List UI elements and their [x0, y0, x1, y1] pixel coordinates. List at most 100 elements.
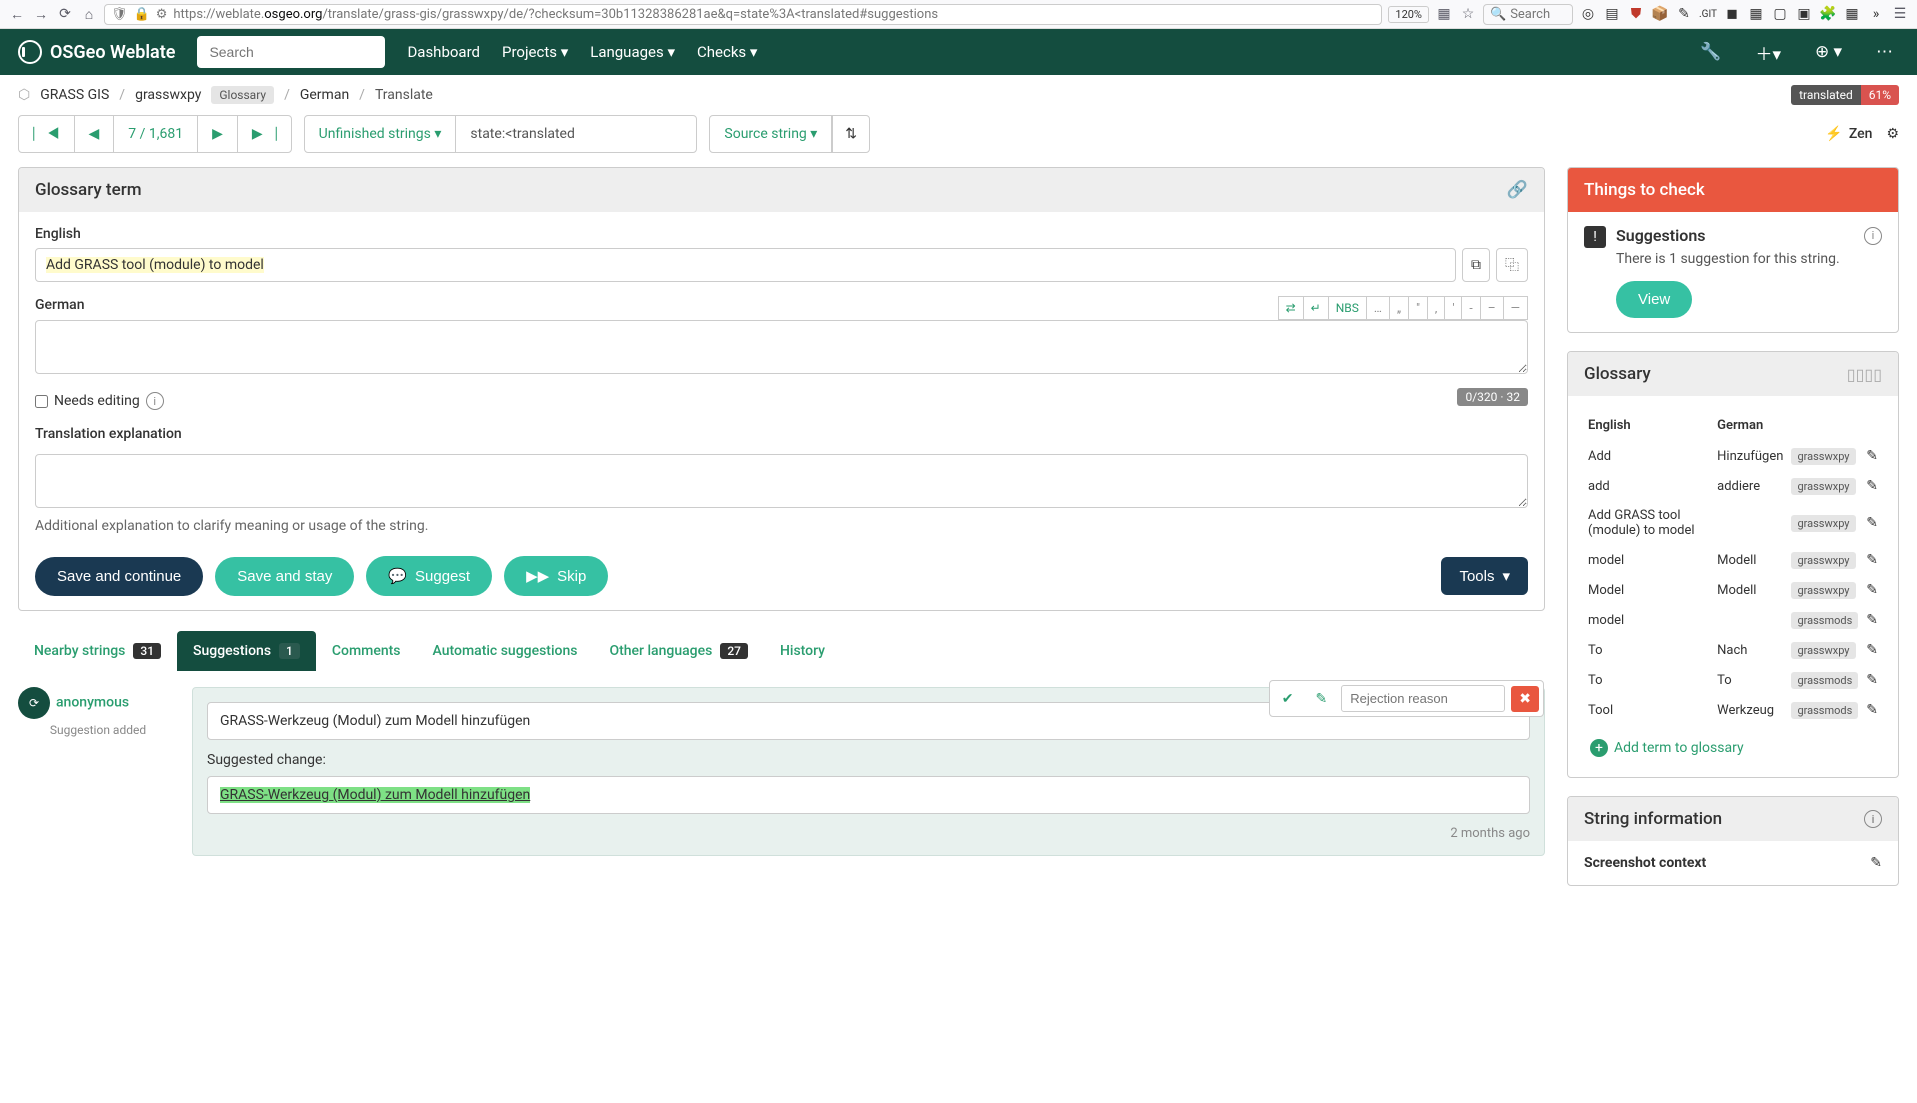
- zoom-badge[interactable]: 120%: [1388, 6, 1429, 23]
- needs-editing-checkbox[interactable]: [35, 395, 48, 408]
- tab-nearby[interactable]: Nearby strings31: [18, 631, 177, 671]
- add-term-button[interactable]: + Add term to glossary: [1584, 733, 1882, 763]
- brand[interactable]: OSGeo Weblate: [18, 40, 175, 64]
- extensions-icon[interactable]: 🧩: [1819, 5, 1837, 23]
- ublock-icon[interactable]: ⛊: [1627, 5, 1645, 23]
- breadcrumb: ⬡ GRASS GIS / grasswxpy Glossary / Germa…: [18, 86, 433, 104]
- nav-checks[interactable]: Checks ▾: [697, 43, 757, 61]
- string-info-icon[interactable]: i: [1864, 810, 1882, 828]
- crumb-language[interactable]: German: [300, 87, 349, 103]
- save-continue-button[interactable]: Save and continue: [35, 557, 203, 596]
- info-icon[interactable]: i: [146, 392, 164, 410]
- browser-search[interactable]: 🔍 Search: [1483, 4, 1573, 25]
- ellipsis-button[interactable]: …: [1366, 296, 1390, 320]
- low-quote-button[interactable]: „: [1389, 296, 1409, 320]
- newline-icon[interactable]: ↵: [1303, 296, 1329, 320]
- home-icon[interactable]: ⌂: [80, 5, 98, 23]
- needs-editing-label: Needs editing: [54, 393, 140, 409]
- glossary-header-icons[interactable]: ▯▯▯▯: [1847, 365, 1882, 384]
- url-bar[interactable]: 🛡 🔒 ⚙ https://weblate.osgeo.org/translat…: [104, 4, 1382, 25]
- accept-icon[interactable]: ✔: [1274, 687, 1302, 711]
- nbs-button[interactable]: NBS: [1328, 296, 1367, 320]
- glossary-edit-icon[interactable]: ✎: [1866, 582, 1878, 598]
- ext-icon-8[interactable]: ▦: [1747, 5, 1765, 23]
- tools-button[interactable]: Tools ▾: [1441, 557, 1528, 595]
- filter-mode-dropdown[interactable]: Unfinished strings ▾: [305, 116, 457, 152]
- clone-icon[interactable]: ⿻: [1496, 248, 1528, 282]
- explanation-input[interactable]: [35, 454, 1528, 508]
- ext-icon-4[interactable]: 📦: [1651, 5, 1669, 23]
- forward-icon[interactable]: →: [32, 5, 50, 23]
- permalink-icon[interactable]: 🔗: [1507, 180, 1528, 200]
- ext-icon-2[interactable]: ▤: [1603, 5, 1621, 23]
- back-icon[interactable]: ←: [8, 5, 26, 23]
- ext-icon-12[interactable]: ▦: [1843, 5, 1861, 23]
- reload-icon[interactable]: ⟳: [56, 5, 74, 23]
- skip-button[interactable]: ▶▶Skip: [504, 556, 608, 596]
- source-dropdown[interactable]: Source string ▾: [710, 116, 832, 152]
- ext-icon-10[interactable]: ▣: [1795, 5, 1813, 23]
- first-button[interactable]: ⎸◀: [19, 116, 75, 152]
- translation-input[interactable]: [35, 320, 1528, 374]
- rejection-input[interactable]: [1341, 685, 1505, 712]
- overflow-icon[interactable]: »: [1867, 5, 1885, 23]
- glossary-edit-icon[interactable]: ✎: [1866, 515, 1878, 531]
- nav-dashboard[interactable]: Dashboard: [407, 43, 480, 61]
- search-input[interactable]: [197, 36, 385, 68]
- tab-history[interactable]: History: [764, 631, 841, 671]
- endash-button[interactable]: –: [1480, 296, 1504, 320]
- view-button[interactable]: View: [1616, 281, 1692, 318]
- glossary-edit-icon[interactable]: ✎: [1866, 478, 1878, 494]
- single-low-quote-button[interactable]: ‚: [1427, 296, 1445, 320]
- tab-comments[interactable]: Comments: [316, 631, 417, 671]
- globe-icon[interactable]: ⊕ ▾: [1809, 42, 1848, 62]
- emdash-button[interactable]: —: [1503, 296, 1528, 320]
- reject-button[interactable]: ✖: [1511, 686, 1539, 712]
- wrench-icon[interactable]: 🔧: [1694, 42, 1727, 62]
- glossary-edit-icon[interactable]: ✎: [1866, 642, 1878, 658]
- prev-button[interactable]: ◀: [75, 116, 115, 152]
- plus-icon[interactable]: ＋▾: [1749, 40, 1787, 65]
- settings-icon[interactable]: ⚙: [1886, 126, 1899, 142]
- char-count: 0/320 · 32: [1457, 388, 1528, 406]
- bookmark-icon[interactable]: ☆: [1459, 5, 1477, 23]
- glossary-en: Add GRASS tool (module) to model: [1584, 501, 1713, 545]
- ext-icon-6[interactable]: .GIT: [1699, 5, 1717, 23]
- zen-button[interactable]: ⚡Zen: [1825, 126, 1872, 142]
- glossary-de: Hinzufügen: [1713, 441, 1787, 471]
- ext-icon-7[interactable]: ◼: [1723, 5, 1741, 23]
- nav-languages[interactable]: Languages ▾: [590, 43, 675, 61]
- glossary-edit-icon[interactable]: ✎: [1866, 552, 1878, 568]
- next-button[interactable]: ▶: [198, 116, 238, 152]
- high-quote-button[interactable]: ": [1408, 296, 1428, 320]
- tab-suggestions[interactable]: Suggestions1: [177, 631, 316, 671]
- check-info-icon[interactable]: i: [1864, 227, 1882, 245]
- menu-icon[interactable]: ☰: [1891, 5, 1909, 23]
- glossary-edit-icon[interactable]: ✎: [1866, 612, 1878, 628]
- nav-projects[interactable]: Projects ▾: [502, 43, 568, 61]
- glossary-edit-icon[interactable]: ✎: [1866, 672, 1878, 688]
- last-button[interactable]: ▶⎹: [238, 116, 291, 152]
- tab-auto[interactable]: Automatic suggestions: [417, 631, 594, 671]
- sort-button[interactable]: ⇅: [832, 116, 869, 152]
- qr-icon[interactable]: ▦: [1435, 5, 1453, 23]
- single-high-quote-button[interactable]: ': [1444, 296, 1462, 320]
- filter-query[interactable]: state:<translated: [456, 116, 696, 152]
- save-stay-button[interactable]: Save and stay: [215, 557, 354, 596]
- toggle-direction-icon[interactable]: ⇄: [1278, 296, 1304, 320]
- copy-icon[interactable]: ⧉: [1462, 248, 1490, 282]
- user-link[interactable]: anonymous: [56, 695, 129, 711]
- ext-icon-5[interactable]: ✎: [1675, 5, 1693, 23]
- glossary-edit-icon[interactable]: ✎: [1866, 448, 1878, 464]
- screenshot-edit-icon[interactable]: ✎: [1870, 855, 1882, 871]
- hyphen-button[interactable]: -: [1461, 296, 1480, 320]
- crumb-component[interactable]: grasswxpy: [135, 87, 201, 103]
- tab-other[interactable]: Other languages27: [593, 631, 763, 671]
- glossary-edit-icon[interactable]: ✎: [1866, 702, 1878, 718]
- kebab-icon[interactable]: ⋯: [1870, 42, 1899, 62]
- crumb-project[interactable]: GRASS GIS: [40, 87, 109, 103]
- ext-icon-1[interactable]: ◎: [1579, 5, 1597, 23]
- edit-icon[interactable]: ✎: [1308, 687, 1336, 711]
- suggest-button[interactable]: 💬Suggest: [366, 556, 492, 596]
- ext-icon-9[interactable]: ▢: [1771, 5, 1789, 23]
